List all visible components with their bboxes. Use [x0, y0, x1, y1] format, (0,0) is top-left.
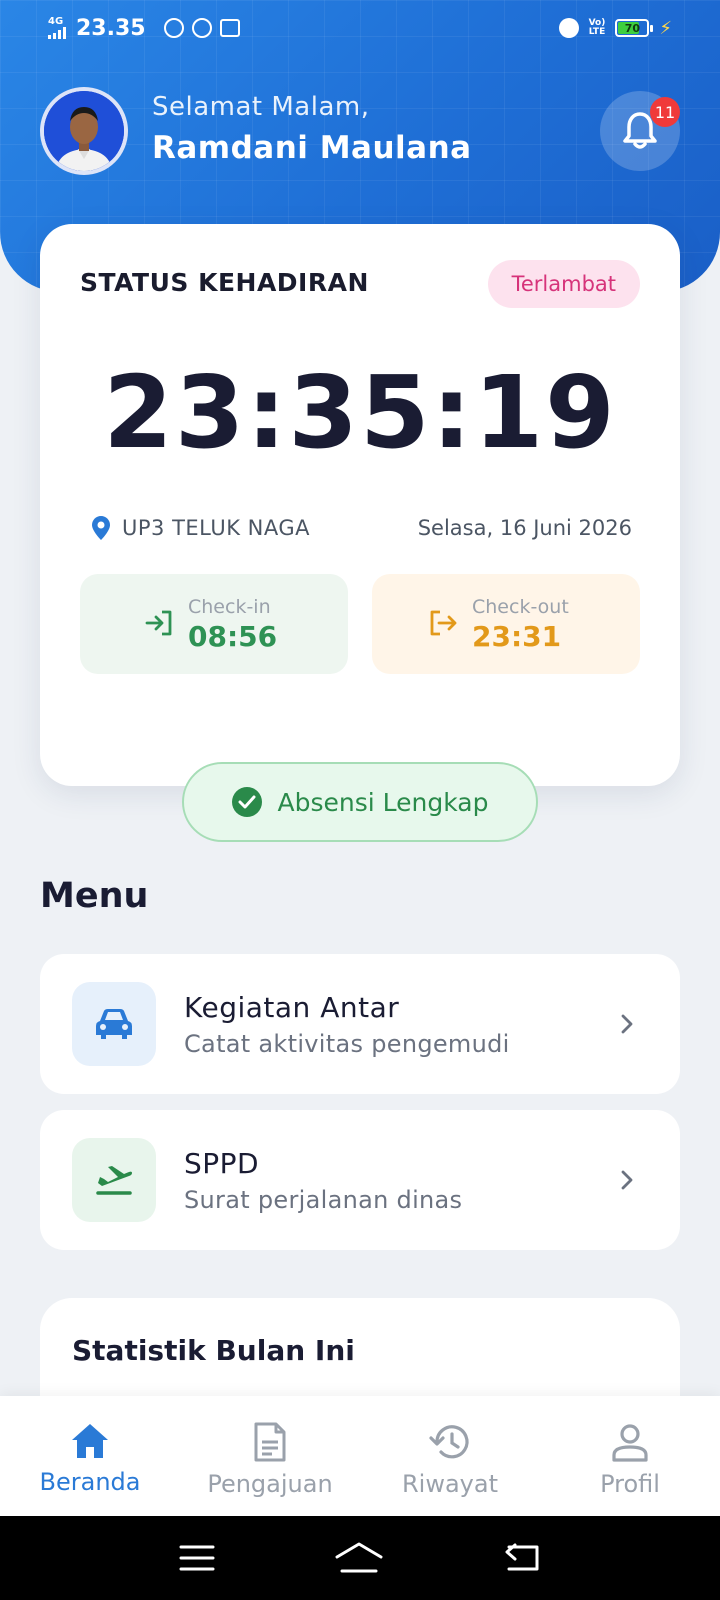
chevron-right-icon	[621, 1014, 633, 1034]
menu-item-title: SPPD	[184, 1146, 260, 1180]
complete-label: Absensi Lengkap	[277, 787, 489, 817]
nav-beranda[interactable]: Beranda	[0, 1396, 180, 1516]
status-bar: 4G 23.35 Vo) LTE 70 ⚡	[0, 0, 720, 56]
battery-icon: 70	[615, 19, 654, 37]
home-button-icon[interactable]	[334, 1541, 384, 1575]
plane-takeoff-icon	[72, 1138, 156, 1222]
menu-item-subtitle: Catat aktivitas pengemudi	[184, 1029, 510, 1058]
notification-button[interactable]: 11	[600, 91, 680, 171]
menu-heading: Menu	[40, 876, 149, 916]
user-icon	[612, 1424, 648, 1462]
status-badge: Terlambat	[487, 260, 640, 308]
car-icon	[72, 982, 156, 1066]
menu-item-subtitle: Surat perjalanan dinas	[184, 1185, 463, 1214]
menu-item-sppd[interactable]: SPPD Surat perjalanan dinas	[40, 1110, 680, 1250]
system-navigation-bar	[0, 1516, 720, 1600]
home-icon	[72, 1424, 108, 1458]
check-circle-icon	[231, 787, 262, 817]
network-type: 4G	[48, 16, 64, 27]
checkin-tile: Check-in 08:56	[80, 574, 348, 674]
checkin-label: Check-in	[188, 595, 271, 618]
user-name: Ramdani Maulana	[152, 130, 472, 166]
status-time: 23.35	[76, 15, 146, 41]
nav-label: Profil	[600, 1470, 660, 1498]
nav-profil[interactable]: Profil	[540, 1396, 720, 1516]
live-clock: 23:35:19	[103, 354, 617, 471]
greeting-text: Selamat Malam,	[152, 92, 370, 122]
location-pin-icon	[92, 516, 110, 540]
bottom-navigation: Beranda Pengajuan Riwayat Profil	[0, 1396, 720, 1516]
charging-icon: ⚡	[659, 17, 672, 39]
nav-label: Beranda	[39, 1468, 141, 1496]
nav-label: Riwayat	[402, 1470, 498, 1498]
battery-level: 70	[624, 21, 641, 35]
history-icon	[429, 1425, 469, 1459]
checkout-tile: Check-out 23:31	[372, 574, 640, 674]
checkout-time: 23:31	[472, 619, 562, 653]
login-icon	[145, 610, 172, 636]
alarm-icon	[558, 18, 579, 38]
menu-item-title: Kegiatan Antar	[184, 990, 400, 1024]
volte-icon: Vo) LTE	[588, 18, 606, 37]
avatar[interactable]	[40, 87, 128, 175]
nav-pengajuan[interactable]: Pengajuan	[180, 1396, 360, 1516]
whatsapp-business-icon	[191, 18, 212, 38]
logout-icon	[430, 610, 457, 636]
nav-riwayat[interactable]: Riwayat	[360, 1396, 540, 1516]
attendance-title: STATUS KEHADIRAN	[80, 268, 369, 297]
location-label: UP3 TELUK NAGA	[122, 516, 310, 540]
signal-icon: 4G	[48, 17, 66, 39]
date-label: Selasa, 16 Juni 2026	[417, 516, 632, 540]
location: UP3 TELUK NAGA	[92, 516, 310, 540]
menu-icon[interactable]	[179, 1544, 215, 1572]
attendance-card: STATUS KEHADIRAN Terlambat 23:35:19 UP3 …	[40, 224, 680, 786]
whatsapp-icon	[163, 18, 184, 38]
nav-label: Pengajuan	[207, 1470, 333, 1498]
chevron-right-icon	[621, 1170, 633, 1190]
back-icon[interactable]	[503, 1543, 541, 1573]
stats-title: Statistik Bulan Ini	[72, 1334, 355, 1367]
mail-icon	[219, 19, 240, 37]
menu-item-kegiatan-antar[interactable]: Kegiatan Antar Catat aktivitas pengemudi	[40, 954, 680, 1094]
checkout-label: Check-out	[472, 595, 569, 618]
checkin-time: 08:56	[188, 619, 278, 653]
attendance-complete-badge: Absensi Lengkap	[182, 762, 538, 842]
document-icon	[254, 1422, 286, 1462]
notification-badge: 11	[650, 97, 680, 127]
